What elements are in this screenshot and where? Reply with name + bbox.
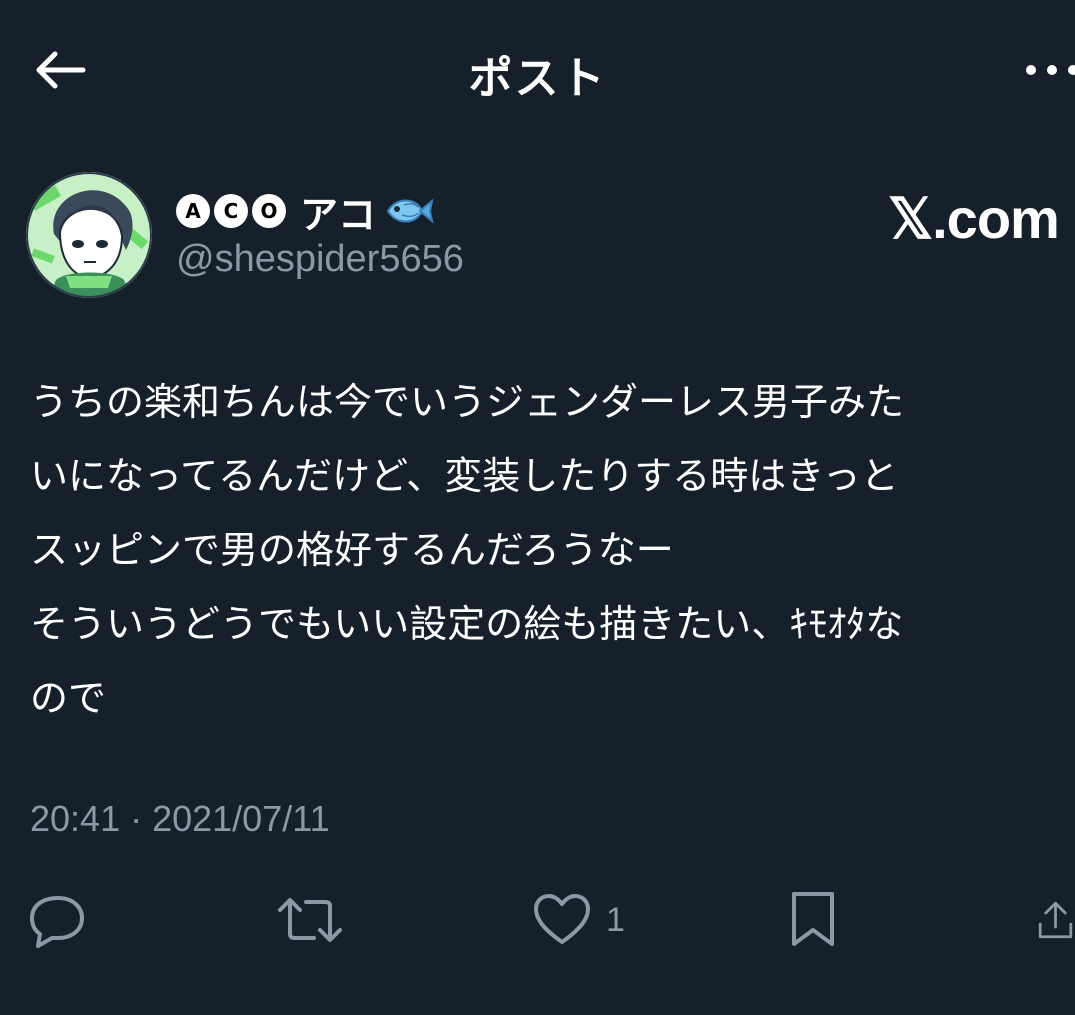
top-bar: ポスト xyxy=(0,0,1075,140)
share-button[interactable] xyxy=(1036,890,1075,950)
post-text-line: スッピンで男の格好するんだろうなー xyxy=(30,528,674,572)
fish-emoji xyxy=(386,198,434,224)
reply-icon xyxy=(30,896,84,948)
circled-letter-o: O xyxy=(252,194,286,228)
more-horizontal-icon xyxy=(1026,65,1075,75)
share-icon xyxy=(1038,901,1073,939)
more-options-button[interactable] xyxy=(1005,48,1075,92)
repost-button[interactable] xyxy=(276,890,344,950)
watermark: 𝕏.com xyxy=(888,187,1060,250)
avatar[interactable] xyxy=(26,172,152,298)
circled-letter-a: A xyxy=(176,194,210,228)
page-title: ポスト xyxy=(468,53,607,104)
display-name-text: アコ xyxy=(300,192,377,237)
bookmark-button[interactable] xyxy=(788,890,838,950)
name-badges: A C O xyxy=(176,194,286,228)
like-count: 1 xyxy=(606,900,625,939)
post-body: うちの楽和ちんは今でいうジェンダーレス男子みた いになってるんだけど、変装したり… xyxy=(30,365,1070,735)
circled-letter-c: C xyxy=(214,194,248,228)
post-text-line: うちの楽和ちんは今でいうジェンダーレス男子みた xyxy=(30,380,905,424)
action-bar: 1 xyxy=(0,880,1075,970)
author-handle[interactable]: @shespider5656 xyxy=(176,238,464,281)
heart-icon xyxy=(534,894,590,944)
post-timestamp[interactable]: 20:41 · 2021/07/11 xyxy=(30,798,330,840)
post-text-line: いになってるんだけど、変装したりする時はきっと xyxy=(30,454,899,498)
post-text-line: そういうどうでもいい設定の絵も描きたい、ｷﾓｵﾀな xyxy=(30,602,904,646)
post-text-line: ので xyxy=(30,676,107,720)
bookmark-icon xyxy=(792,892,834,946)
avatar-illustration xyxy=(26,172,152,298)
repost-icon xyxy=(278,898,342,942)
author-display-name[interactable]: A C O アコ xyxy=(176,186,434,237)
reply-button[interactable] xyxy=(28,890,88,950)
like-button[interactable]: 1 xyxy=(532,890,625,950)
